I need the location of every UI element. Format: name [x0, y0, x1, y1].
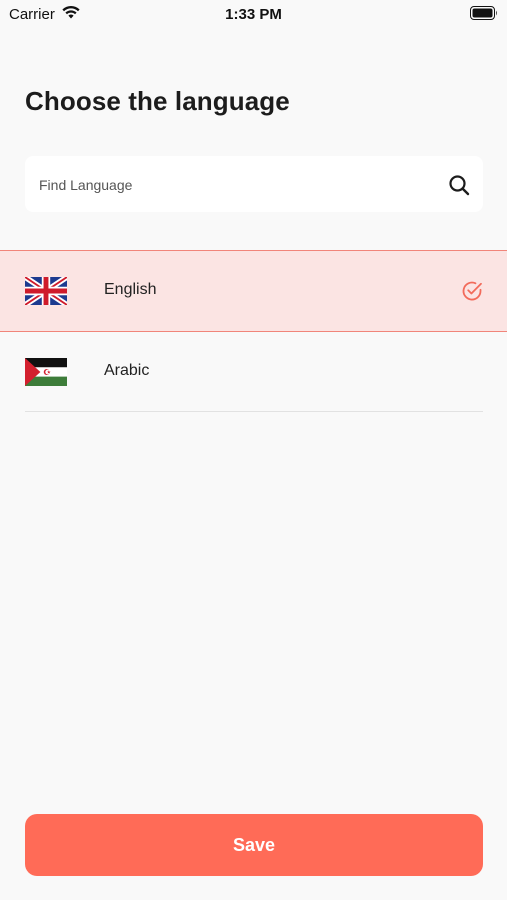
arabic-flag-icon: [25, 358, 67, 386]
save-button[interactable]: Save: [25, 814, 483, 876]
battery-icon: [470, 6, 497, 20]
language-name: Arabic: [104, 362, 150, 379]
search-input[interactable]: [37, 156, 441, 214]
language-item-arabic[interactable]: Arabic: [0, 332, 507, 412]
list-divider: [25, 411, 483, 412]
status-time: 1:33 PM: [225, 6, 282, 23]
status-bar: Carrier 1:33 PM: [0, 0, 507, 30]
search-icon[interactable]: [447, 173, 471, 197]
language-screen: Carrier 1:33 PM Choose the language Find…: [0, 0, 507, 900]
search-bar[interactable]: [25, 156, 483, 214]
uk-flag-icon: [25, 277, 67, 305]
language-item-english[interactable]: English: [0, 250, 507, 332]
check-circle-icon: [462, 281, 482, 301]
language-name: English: [104, 281, 157, 298]
page-title: Choose the language: [25, 86, 290, 116]
